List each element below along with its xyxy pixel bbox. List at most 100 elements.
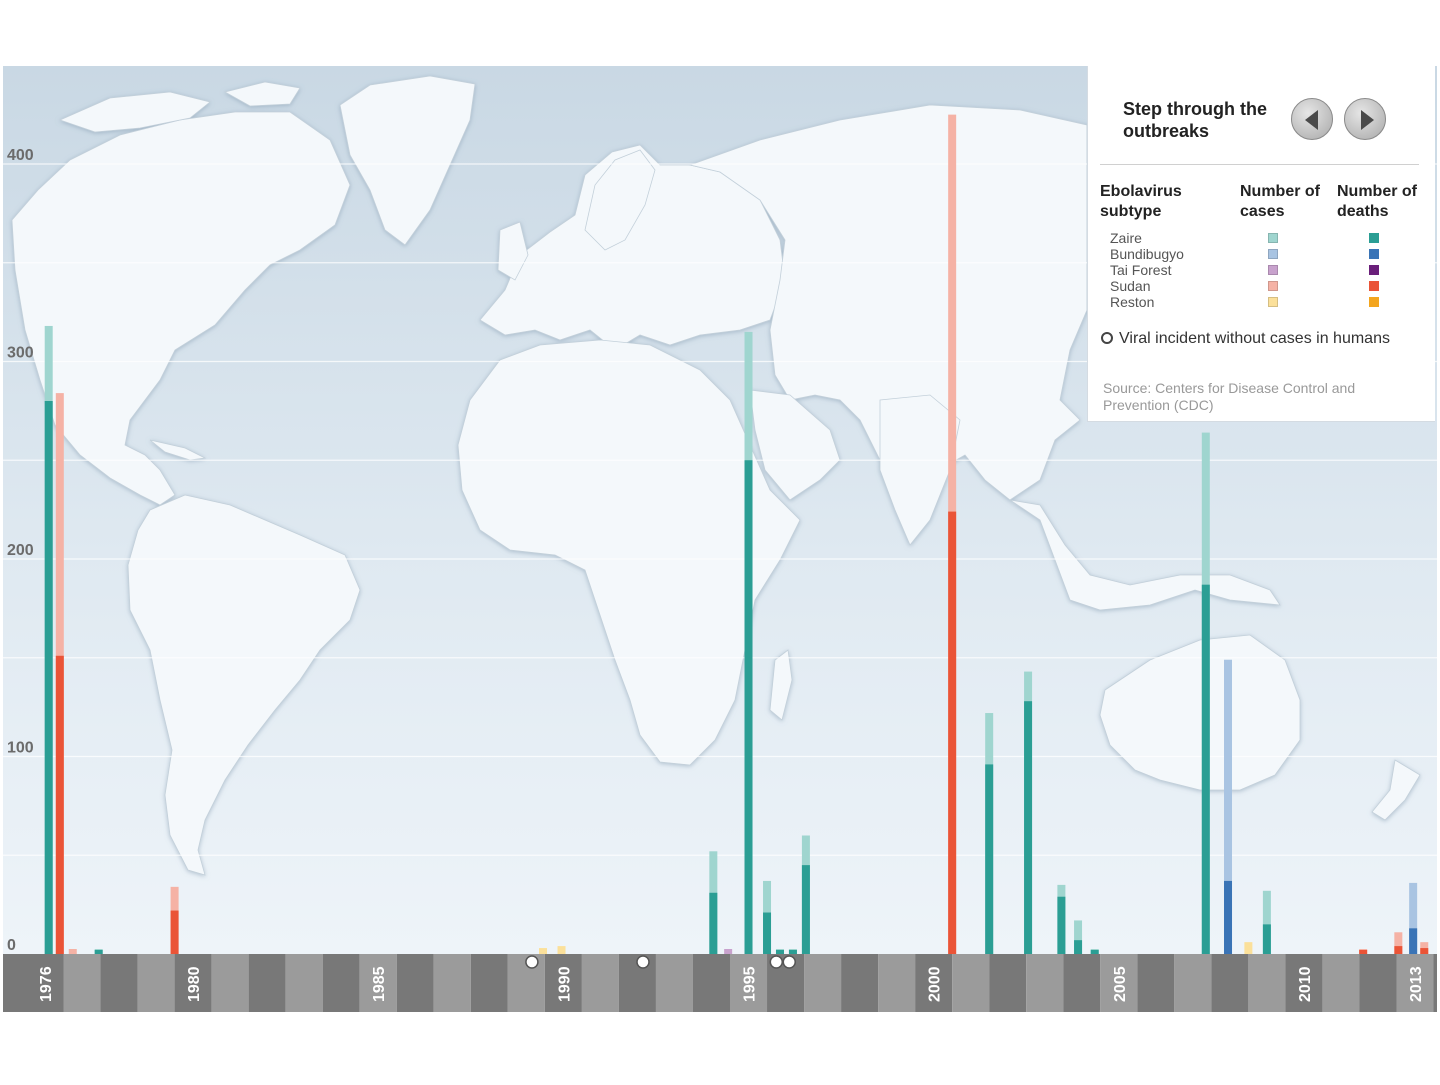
- arrow-left-icon: [1305, 110, 1318, 130]
- legend-row-tai-forest: Tai Forest: [1088, 262, 1436, 278]
- timeline-year-block[interactable]: [100, 954, 138, 1012]
- x-tick-label: 1995: [742, 966, 759, 1002]
- outbreak-bar-zaire[interactable]: [744, 331, 753, 954]
- outbreak-bar-bundibugyo[interactable]: [1409, 882, 1418, 954]
- deaths-header: Number of deaths: [1337, 183, 1417, 220]
- viral-incident-marker[interactable]: [769, 955, 784, 969]
- timeline-year-block[interactable]: [989, 954, 1027, 1012]
- legend-divider: [1100, 164, 1419, 165]
- deaths-bar: [775, 950, 784, 954]
- cases-bar: [1244, 942, 1253, 954]
- deaths-bar: [1359, 950, 1368, 954]
- timeline-year-block[interactable]: [655, 954, 693, 1012]
- timeline-year-block[interactable]: [322, 954, 360, 1012]
- outbreak-bar-sudan[interactable]: [948, 114, 957, 954]
- outbreak-bar-sudan[interactable]: [170, 886, 179, 954]
- outbreak-bar-zaire[interactable]: [1074, 920, 1083, 954]
- timeline-year-block[interactable]: [841, 954, 879, 1012]
- outbreak-bar-reston[interactable]: [539, 948, 548, 954]
- timeline-year-block[interactable]: [952, 954, 990, 1012]
- timeline-year-block[interactable]: [878, 954, 916, 1012]
- outbreak-bar-zaire[interactable]: [788, 949, 797, 954]
- deaths-bar: [763, 912, 772, 954]
- legend-label: Tai Forest: [1110, 262, 1172, 278]
- timeline-year-block[interactable]: [396, 954, 434, 1012]
- timeline-year-block[interactable]: [63, 954, 101, 1012]
- cases-bar: [68, 949, 77, 954]
- outbreak-bar-zaire[interactable]: [44, 325, 53, 954]
- outbreak-bar-zaire[interactable]: [1201, 432, 1210, 955]
- x-tick-label: 1990: [556, 966, 573, 1002]
- timeline-year-block[interactable]: [1137, 954, 1175, 1012]
- deaths-bar: [170, 910, 179, 954]
- timeline-year-block[interactable]: [1063, 954, 1101, 1012]
- timeline-strip: [3, 954, 1437, 1012]
- outbreak-bar-reston[interactable]: [1244, 942, 1253, 954]
- outbreak-bar-zaire[interactable]: [801, 835, 810, 955]
- y-tick-label: 300: [7, 345, 34, 362]
- timeline-year-block[interactable]: [1026, 954, 1064, 1012]
- outbreak-bar-sudan[interactable]: [1420, 942, 1429, 954]
- timeline-year-block[interactable]: [1174, 954, 1212, 1012]
- arrow-right-icon: [1361, 110, 1374, 130]
- outbreak-bar-zaire[interactable]: [1024, 671, 1033, 954]
- outbreak-bar-zaire[interactable]: [1262, 890, 1271, 954]
- timeline-year-block[interactable]: [1359, 954, 1397, 1012]
- deaths-swatch: [1369, 297, 1379, 307]
- deaths-bar: [985, 764, 994, 954]
- outbreak-bar-zaire[interactable]: [775, 949, 784, 954]
- deaths-swatch: [1369, 249, 1379, 259]
- timeline-year-block[interactable]: [581, 954, 619, 1012]
- legend-label: Zaire: [1110, 230, 1142, 246]
- timeline-year-block[interactable]: [470, 954, 508, 1012]
- deaths-bar: [788, 950, 797, 954]
- outbreak-bar-sudan[interactable]: [55, 393, 64, 955]
- deaths-bar: [94, 950, 103, 954]
- deaths-bar: [948, 511, 957, 954]
- outbreak-bar-sudan[interactable]: [1359, 949, 1368, 954]
- timeline-year-block[interactable]: [137, 954, 175, 1012]
- outbreak-bar-tai-forest[interactable]: [724, 949, 733, 954]
- viral-incident-marker[interactable]: [636, 955, 650, 969]
- timeline-year-block[interactable]: [248, 954, 286, 1012]
- viral-note-text: Viral incident without cases in humans: [1119, 330, 1390, 347]
- deaths-bar: [709, 892, 718, 954]
- deaths-bar: [1262, 924, 1271, 954]
- previous-outbreak-button[interactable]: [1291, 98, 1333, 140]
- deaths-bar: [1201, 584, 1210, 954]
- step-through-title: Step through the outbreaks: [1123, 99, 1267, 141]
- outbreak-bar-zaire[interactable]: [709, 851, 718, 954]
- viral-incident-marker[interactable]: [782, 955, 796, 969]
- outbreak-bar-zaire[interactable]: [1090, 949, 1099, 954]
- timeline-year-block[interactable]: [1211, 954, 1249, 1012]
- timeline-edge: [3, 954, 27, 1012]
- cases-swatch: [1268, 281, 1278, 291]
- outbreak-bar-zaire[interactable]: [94, 949, 103, 954]
- outbreak-bar-sudan[interactable]: [1394, 932, 1403, 954]
- timeline-year-block[interactable]: [1322, 954, 1360, 1012]
- deaths-bar: [1074, 940, 1083, 954]
- deaths-bar: [1420, 948, 1429, 954]
- cases-bar: [724, 949, 733, 954]
- next-outbreak-button[interactable]: [1344, 98, 1386, 140]
- outbreak-bar-sudan[interactable]: [68, 949, 77, 954]
- outbreak-bar-zaire[interactable]: [763, 880, 772, 954]
- timeline-year-block[interactable]: [692, 954, 730, 1012]
- deaths-bar: [1090, 950, 1099, 954]
- timeline-year-block[interactable]: [804, 954, 842, 1012]
- timeline-year-block[interactable]: [1248, 954, 1286, 1012]
- viral-incident-marker[interactable]: [525, 955, 539, 969]
- outbreak-bar-zaire[interactable]: [1057, 884, 1066, 954]
- timeline-year-block[interactable]: [433, 954, 471, 1012]
- outbreak-chart: 0 100 200 300 400 1976 1980 1985 1990 1995 2000 20…: [0, 0, 1440, 1080]
- cases-swatch: [1268, 297, 1278, 307]
- cases-swatch: [1268, 265, 1278, 275]
- timeline-year-block[interactable]: [1433, 954, 1437, 1012]
- outbreak-bar-reston[interactable]: [557, 946, 566, 954]
- outbreak-bar-bundibugyo[interactable]: [1224, 659, 1233, 954]
- deaths-bar: [801, 865, 810, 954]
- timeline-year-block[interactable]: [285, 954, 323, 1012]
- outbreak-bar-zaire[interactable]: [985, 713, 994, 954]
- viral-incident-legend: Viral incident without cases in humans: [1101, 330, 1390, 348]
- timeline-year-block[interactable]: [211, 954, 249, 1012]
